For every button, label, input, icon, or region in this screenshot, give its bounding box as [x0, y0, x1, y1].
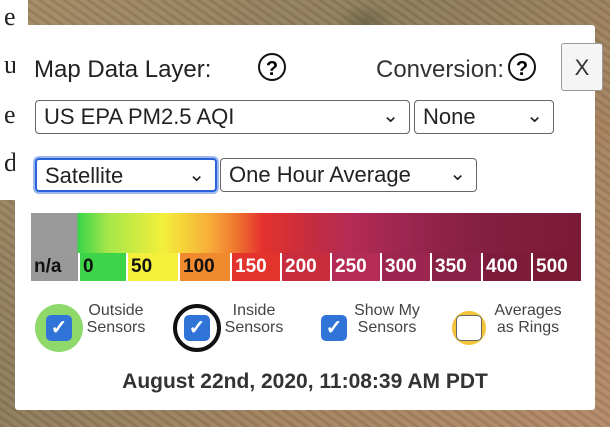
aqi-scale-labels: n/a 0 50 100 150 200 250 300 350 400 500 [31, 253, 581, 281]
aqi-scale-label: 250 [330, 253, 380, 281]
averages-as-rings-label-line2: as Rings [496, 319, 560, 336]
outside-sensors-checkbox[interactable]: ✓ [46, 315, 72, 341]
aqi-scale-label: 400 [481, 253, 531, 281]
aqi-scale-label: 100 [178, 253, 230, 281]
help-icon-data-layer[interactable]: ? [258, 53, 286, 81]
sensor-toggles: ✓ Outside Sensors ✓ Inside Sensors ✓ Sho… [33, 298, 593, 358]
inside-sensors-label: Inside Sensors [224, 302, 284, 336]
conversion-select[interactable]: None ⌄ [414, 100, 554, 134]
inside-sensors-label-line1: Inside [232, 302, 276, 319]
aqi-scale-label: n/a [31, 253, 78, 281]
show-my-sensors-label: Show My Sensors [351, 302, 423, 336]
averages-as-rings-label: Averages as Rings [488, 302, 568, 336]
aqi-scale-label: 300 [380, 253, 430, 281]
show-my-sensors-label-line2: Sensors [357, 319, 417, 336]
aqi-scale-label: 150 [230, 253, 280, 281]
close-button[interactable]: X [561, 43, 603, 91]
panel-header: Map Data Layer: ? Conversion: ? X [34, 43, 603, 91]
show-my-sensors-label-line1: Show My [354, 302, 420, 319]
chevron-down-icon: ⌄ [449, 163, 466, 185]
averages-as-rings-checkbox[interactable] [456, 315, 482, 341]
bg-text-3: e [4, 100, 16, 129]
conversion-label: Conversion: [376, 56, 505, 83]
aqi-scale-label: 0 [78, 253, 126, 281]
show-my-sensors-checkbox[interactable]: ✓ [321, 315, 347, 341]
inside-sensors-label-line2: Sensors [224, 319, 284, 336]
outside-sensors-label-line1: Outside [88, 302, 144, 319]
inside-sensors-checkbox[interactable]: ✓ [184, 315, 210, 341]
bg-text-1: e [4, 2, 16, 31]
aqi-scale-label: 350 [430, 253, 481, 281]
map-type-select-value: Satellite [45, 163, 124, 188]
aqi-scale-label: 200 [280, 253, 330, 281]
chevron-down-icon: ⌄ [382, 105, 399, 127]
chevron-down-icon: ⌄ [188, 164, 205, 186]
outside-sensors-label-line2: Sensors [86, 319, 146, 336]
map-data-layer-label: Map Data Layer: [34, 56, 212, 83]
aqi-color-scale: n/a 0 50 100 150 200 250 300 350 400 500 [31, 213, 581, 281]
timestamp: August 22nd, 2020, 11:08:39 AM PDT [122, 370, 488, 393]
aqi-gradient-bar [31, 213, 581, 253]
averages-as-rings-label-line1: Averages [494, 302, 562, 319]
average-period-select[interactable]: One Hour Average ⌄ [220, 158, 477, 192]
aqi-scale-label: 500 [531, 253, 581, 281]
help-icon-conversion[interactable]: ? [508, 53, 536, 81]
map-type-select[interactable]: Satellite ⌄ [35, 158, 217, 192]
outside-sensors-label: Outside Sensors [86, 302, 146, 336]
data-layer-select-value: US EPA PM2.5 AQI [44, 104, 235, 129]
data-layer-select[interactable]: US EPA PM2.5 AQI ⌄ [35, 100, 410, 134]
map-settings-panel: Map Data Layer: ? Conversion: ? X US EPA… [15, 25, 603, 410]
chevron-down-icon: ⌄ [526, 105, 543, 127]
aqi-scale-label: 50 [126, 253, 178, 281]
average-period-select-value: One Hour Average [229, 162, 411, 187]
conversion-select-value: None [423, 104, 476, 129]
